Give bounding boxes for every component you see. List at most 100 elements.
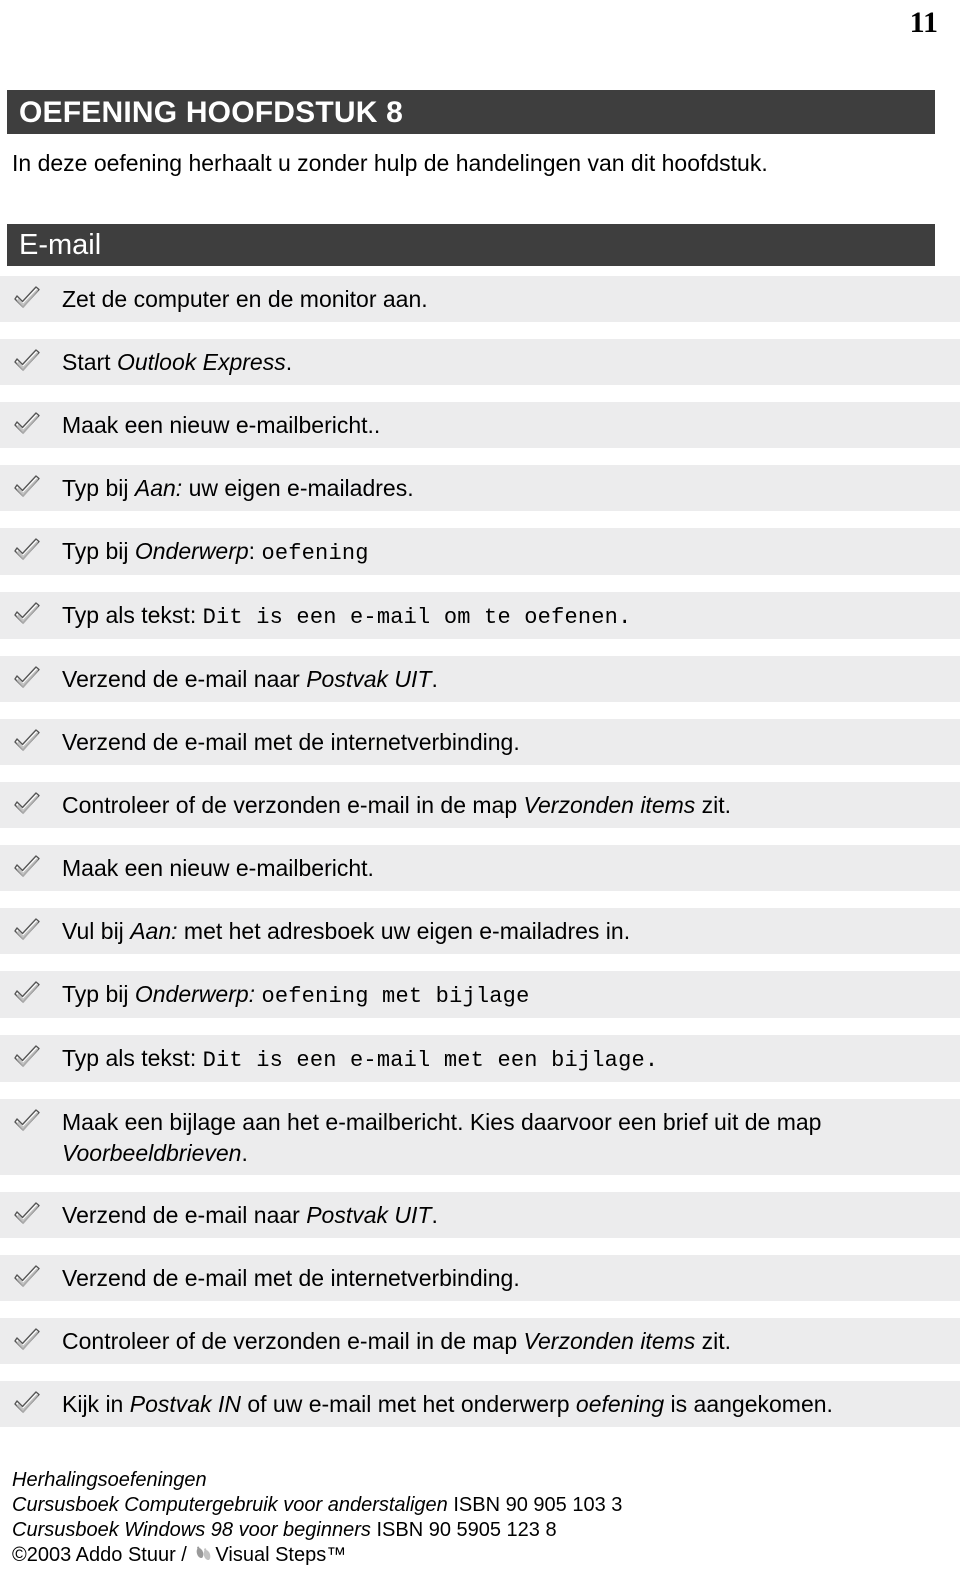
checklist-item-text: Verzend de e-mail met de internetverbind… (62, 726, 950, 758)
typed-text: oefening met bijlage (261, 984, 530, 1009)
checkmark-icon (0, 1043, 62, 1071)
checklist-item-text: Controleer of de verzonden e-mail in de … (62, 1325, 950, 1357)
plain-text: Typ bij (62, 538, 135, 564)
checklist-item[interactable]: Verzend de e-mail naar Postvak UIT. (0, 656, 960, 702)
typed-text: oefening (261, 541, 369, 566)
section-heading-email: E-mail (7, 224, 935, 266)
plain-text: Verzend de e-mail met de internetverbind… (62, 729, 520, 755)
checkmark-icon (0, 473, 62, 501)
plain-text: Kijk in (62, 1391, 130, 1417)
footer-book-1-title: Cursusboek Computergebruik voor andersta… (12, 1494, 448, 1516)
checklist-item[interactable]: Verzend de e-mail met de internetverbind… (0, 1255, 960, 1301)
checklist-item-text: Start Outlook Express. (62, 346, 950, 378)
plain-text: Typ bij (62, 475, 135, 501)
emphasis-text: Voorbeeldbrieven (62, 1140, 242, 1166)
footer-line-series: Herhalingsoefeningen (12, 1469, 207, 1491)
plain-text: of uw e-mail met het onderwerp (240, 1391, 576, 1417)
checklist-item-text: Controleer of de verzonden e-mail in de … (62, 789, 950, 821)
document-page: 11 OEFENING HOOFDSTUK 8 In deze oefening… (0, 0, 960, 1593)
plain-text: Verzend de e-mail naar (62, 666, 307, 692)
plain-text: Verzend de e-mail naar (62, 1202, 307, 1228)
plain-text: Typ als tekst: (62, 1045, 203, 1071)
page-number: 11 (909, 6, 938, 39)
checklist-item[interactable]: Zet de computer en de monitor aan. (0, 276, 960, 322)
checklist-item[interactable]: Vul bij Aan: met het adresboek uw eigen … (0, 908, 960, 954)
checkmark-icon (0, 600, 62, 628)
page-footer: Herhalingsoefeningen Cursusboek Computer… (12, 1468, 942, 1568)
checklist-item[interactable]: Controleer of de verzonden e-mail in de … (0, 782, 960, 828)
checklist-item[interactable]: Typ bij Aan: uw eigen e-mailadres. (0, 465, 960, 511)
checkmark-icon (0, 347, 62, 375)
checkmark-icon (0, 1389, 62, 1417)
checkmark-icon (0, 727, 62, 755)
emphasis-text: Onderwerp: (134, 981, 256, 1007)
brand-name: Visual Steps™ (215, 1544, 347, 1566)
checklist-item-text: Typ als tekst: Dit is een e-mail om te o… (62, 599, 950, 633)
checklist-item[interactable]: Verzend de e-mail met de internetverbind… (0, 719, 960, 765)
plain-text: Typ als tekst: (62, 602, 203, 628)
typed-text: Dit is een e-mail om te oefenen. (202, 605, 632, 630)
plain-text: Controleer of de verzonden e-mail in de … (62, 1328, 524, 1354)
checkmark-icon (0, 916, 62, 944)
chapter-heading: OEFENING HOOFDSTUK 8 (7, 90, 935, 134)
checklist-item-text: Kijk in Postvak IN of uw e-mail met het … (62, 1388, 950, 1420)
footer-line-book-1: Cursusboek Computergebruik voor andersta… (12, 1493, 942, 1518)
checklist-item-text: Typ bij Onderwerp: oefening (62, 535, 950, 569)
checklist-item[interactable]: Verzend de e-mail naar Postvak UIT. (0, 1192, 960, 1238)
footer-book-1-isbn: ISBN 90 905 103 3 (453, 1494, 623, 1516)
checklist-item[interactable]: Typ als tekst: Dit is een e-mail om te o… (0, 592, 960, 639)
emphasis-text: Aan: (134, 475, 183, 501)
checklist-item[interactable]: Typ bij Onderwerp: oefening (0, 528, 960, 575)
emphasis-text: Postvak UIT (306, 666, 432, 692)
plain-text: . (431, 1202, 438, 1228)
plain-text: Maak een bijlage aan het e-mailbericht. … (62, 1109, 822, 1135)
typed-text: Dit is een e-mail met een bijlage. (202, 1048, 659, 1073)
checklist-item[interactable]: Typ als tekst: Dit is een e-mail met een… (0, 1035, 960, 1082)
emphasis-text: Postvak IN (129, 1391, 241, 1417)
emphasis-text: oefening (575, 1391, 665, 1417)
plain-text: is aangekomen. (664, 1391, 833, 1417)
plain-text: : (248, 538, 262, 564)
plain-text: . (285, 349, 293, 375)
checklist-item[interactable]: Start Outlook Express. (0, 339, 960, 385)
emphasis-text: Outlook Express (116, 349, 286, 375)
checkmark-icon (0, 1200, 62, 1228)
checklist-item-text: Typ als tekst: Dit is een e-mail met een… (62, 1042, 950, 1076)
emphasis-text: Verzonden items (523, 1328, 696, 1354)
checklist-item-text: Verzend de e-mail naar Postvak UIT. (62, 663, 950, 695)
checklist-item[interactable]: Maak een nieuw e-mailbericht.. (0, 402, 960, 448)
checkmark-icon (0, 536, 62, 564)
checklist-item[interactable]: Maak een bijlage aan het e-mailbericht. … (0, 1099, 960, 1175)
checklist-item[interactable]: Maak een nieuw e-mailbericht. (0, 845, 960, 891)
plain-text: Zet de computer en de monitor aan. (62, 286, 428, 312)
plain-text: Controleer of de verzonden e-mail in de … (62, 792, 524, 818)
footer-line-copyright: ©2003 Addo Stuur / Visual Steps™ (12, 1543, 942, 1568)
checklist-item-text: Maak een nieuw e-mailbericht.. (62, 409, 950, 441)
plain-text: zit. (695, 1328, 732, 1354)
checklist-item-text: Maak een nieuw e-mailbericht. (62, 852, 950, 884)
checklist-item-text: Zet de computer en de monitor aan. (62, 283, 950, 315)
checkmark-icon (0, 1326, 62, 1354)
checkmark-icon (0, 979, 62, 1007)
plain-text: Vul bij (62, 918, 131, 944)
visual-steps-footprint-logo-icon (194, 1546, 214, 1564)
plain-text: . (431, 666, 438, 692)
emphasis-text: Postvak UIT (306, 1202, 432, 1228)
plain-text: zit. (695, 792, 732, 818)
checklist-item-text: Vul bij Aan: met het adresboek uw eigen … (62, 915, 950, 947)
footer-book-2-title: Cursusboek Windows 98 voor beginners (12, 1519, 371, 1541)
checkmark-icon (0, 853, 62, 881)
checkmark-icon (0, 1263, 62, 1291)
emphasis-text: Aan: (130, 918, 178, 944)
checklist-item[interactable]: Typ bij Onderwerp: oefening met bijlage (0, 971, 960, 1018)
plain-text: Maak een nieuw e-mailbericht.. (62, 412, 381, 438)
checkmark-icon (0, 284, 62, 312)
plain-text: uw eigen e-mailadres. (182, 475, 414, 501)
checkmark-icon (0, 1107, 62, 1135)
intro-paragraph: In deze oefening herhaalt u zonder hulp … (12, 150, 768, 176)
checklist-item[interactable]: Controleer of de verzonden e-mail in de … (0, 1318, 960, 1364)
plain-text: met het adresboek uw eigen e-mailadres i… (177, 918, 631, 944)
checklist-item-text: Verzend de e-mail met de internetverbind… (62, 1262, 950, 1294)
checklist-item[interactable]: Kijk in Postvak IN of uw e-mail met het … (0, 1381, 960, 1427)
checklist-item-text: Maak een bijlage aan het e-mailbericht. … (62, 1106, 950, 1169)
